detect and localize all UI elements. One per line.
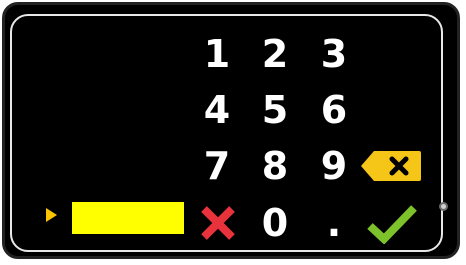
key-7[interactable]: 7	[192, 141, 242, 191]
entry-pointer-icon	[46, 208, 57, 222]
entry-field[interactable]	[72, 202, 184, 234]
key-3[interactable]: 3	[309, 29, 359, 79]
checkmark-icon	[367, 205, 417, 245]
key-6[interactable]: 6	[309, 85, 359, 135]
confirm-button[interactable]	[366, 202, 418, 245]
key-9[interactable]: 9	[309, 141, 359, 191]
indicator-dot	[439, 202, 448, 211]
key-5[interactable]: 5	[250, 85, 300, 135]
key-0[interactable]: 0	[250, 198, 300, 248]
key-4[interactable]: 4	[192, 85, 242, 135]
key-1[interactable]: 1	[192, 29, 242, 79]
backspace-button[interactable]	[360, 150, 422, 182]
key-8[interactable]: 8	[250, 141, 300, 191]
key-decimal[interactable]: .	[309, 198, 359, 248]
cancel-button[interactable]	[198, 203, 238, 243]
backspace-icon	[361, 151, 421, 181]
key-2[interactable]: 2	[250, 29, 300, 79]
cancel-icon	[201, 206, 235, 240]
